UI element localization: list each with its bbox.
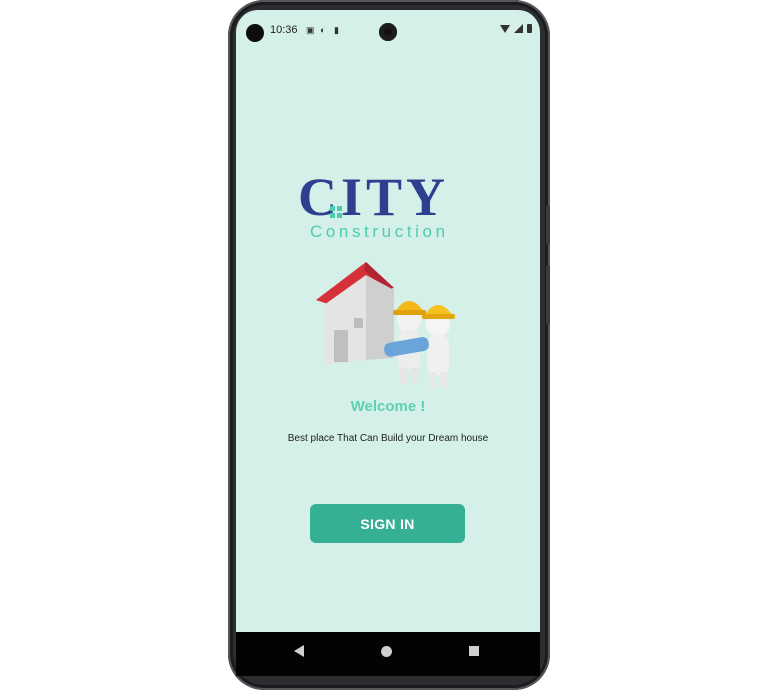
status-bar: 10:36 ▣ ◐ ▮ — [236, 10, 540, 50]
battery-icon — [527, 24, 532, 33]
welcome-tagline: Best place That Can Build your Dream hou… — [287, 433, 489, 444]
signal-icon — [514, 24, 523, 33]
app-screen: 10:36 ▣ ◐ ▮ CITY Construction Welcome ! … — [236, 10, 540, 676]
home-icon[interactable] — [381, 646, 392, 657]
recents-icon[interactable] — [469, 646, 479, 656]
circle-app-icon: ◐ — [320, 25, 326, 35]
wifi-icon — [500, 24, 510, 33]
front-camera — [379, 23, 397, 41]
back-icon[interactable] — [294, 645, 304, 657]
status-right-icons — [500, 24, 532, 33]
sim-icon: ▮ — [334, 25, 339, 35]
welcome-title: Welcome ! — [350, 398, 426, 415]
volume-button — [546, 205, 550, 245]
camera-cutout-left — [246, 24, 264, 42]
logo-subtitle: Construction — [310, 222, 449, 241]
sign-in-button[interactable]: SIGN IN — [310, 504, 465, 543]
image-icon: ▣ — [306, 25, 315, 35]
house-workers-illustration — [316, 262, 455, 388]
window-icon — [330, 206, 342, 218]
system-nav-bar — [236, 632, 540, 676]
city-construction-logo: CITY Construction — [294, 170, 489, 246]
status-time: 10:36 — [270, 24, 298, 36]
logo-title: CITY — [298, 167, 450, 227]
power-button — [546, 265, 550, 325]
